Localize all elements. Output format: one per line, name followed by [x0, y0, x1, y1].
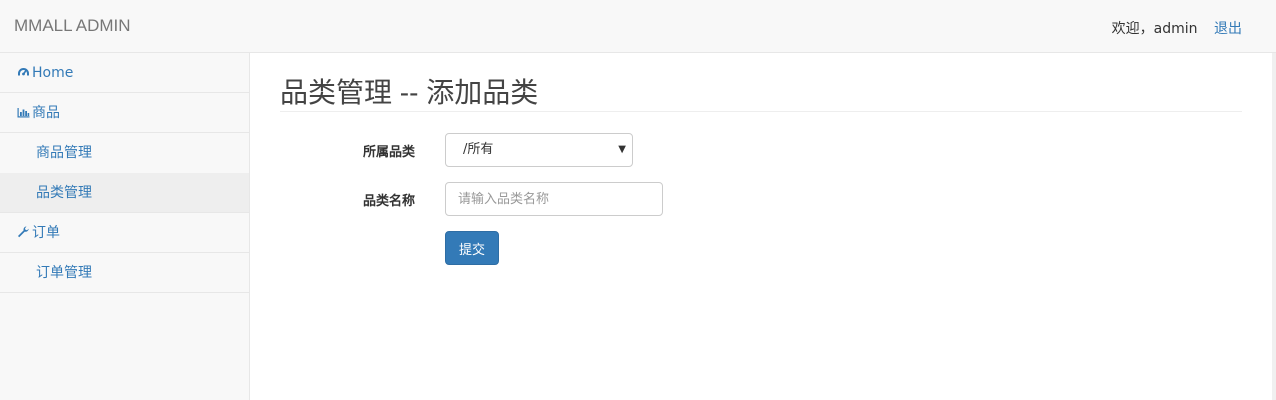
category-name-row: 品类名称 [280, 182, 980, 216]
logout-link[interactable]: 退出 [1214, 21, 1242, 37]
parent-category-label: 所属品类 [362, 145, 415, 160]
parent-category-select[interactable]: /所有 ▼ [445, 133, 633, 167]
top-navbar: MMALL ADMIN 欢迎，admin 退出 [0, 0, 1276, 53]
window-edge [1272, 53, 1276, 400]
sidebar-item-products[interactable]: 商品 [0, 93, 249, 133]
parent-category-row: 所属品类 /所有 ▼ [280, 133, 980, 167]
bar-chart-icon [16, 93, 31, 133]
brand-title[interactable]: MMALL ADMIN [14, 16, 131, 36]
sidebar-item-label: Home [32, 65, 74, 81]
category-name-input[interactable] [445, 182, 663, 216]
dashboard-icon [16, 53, 31, 93]
sidebar-item-order-management[interactable]: 订单管理 [0, 253, 249, 293]
sidebar-item-label: 商品 [32, 105, 60, 121]
main-content: 品类管理 -- 添加品类 所属品类 /所有 ▼ 品类名称 提交 [280, 53, 1242, 265]
submit-row: 提交 [280, 231, 980, 265]
welcome-text: 欢迎，admin [1111, 21, 1198, 37]
sidebar-item-home[interactable]: Home [0, 53, 249, 93]
page-title: 品类管理 -- 添加品类 [280, 53, 1242, 112]
wrench-icon [16, 213, 31, 253]
submit-button[interactable]: 提交 [445, 231, 499, 265]
sidebar-item-category-management[interactable]: 品类管理 [0, 173, 249, 213]
sidebar-item-label: 订单 [32, 225, 60, 241]
sidebar-item-orders[interactable]: 订单 [0, 213, 249, 253]
caret-down-icon: ▼ [618, 144, 626, 155]
category-name-label: 品类名称 [362, 194, 415, 209]
sidebar: Home 商品 商品管理 品类管理 订单 订单管理 [0, 53, 250, 400]
user-area: 欢迎，admin 退出 [1112, 18, 1242, 38]
sidebar-item-product-management[interactable]: 商品管理 [0, 133, 249, 173]
parent-category-selected: /所有 [463, 142, 494, 157]
